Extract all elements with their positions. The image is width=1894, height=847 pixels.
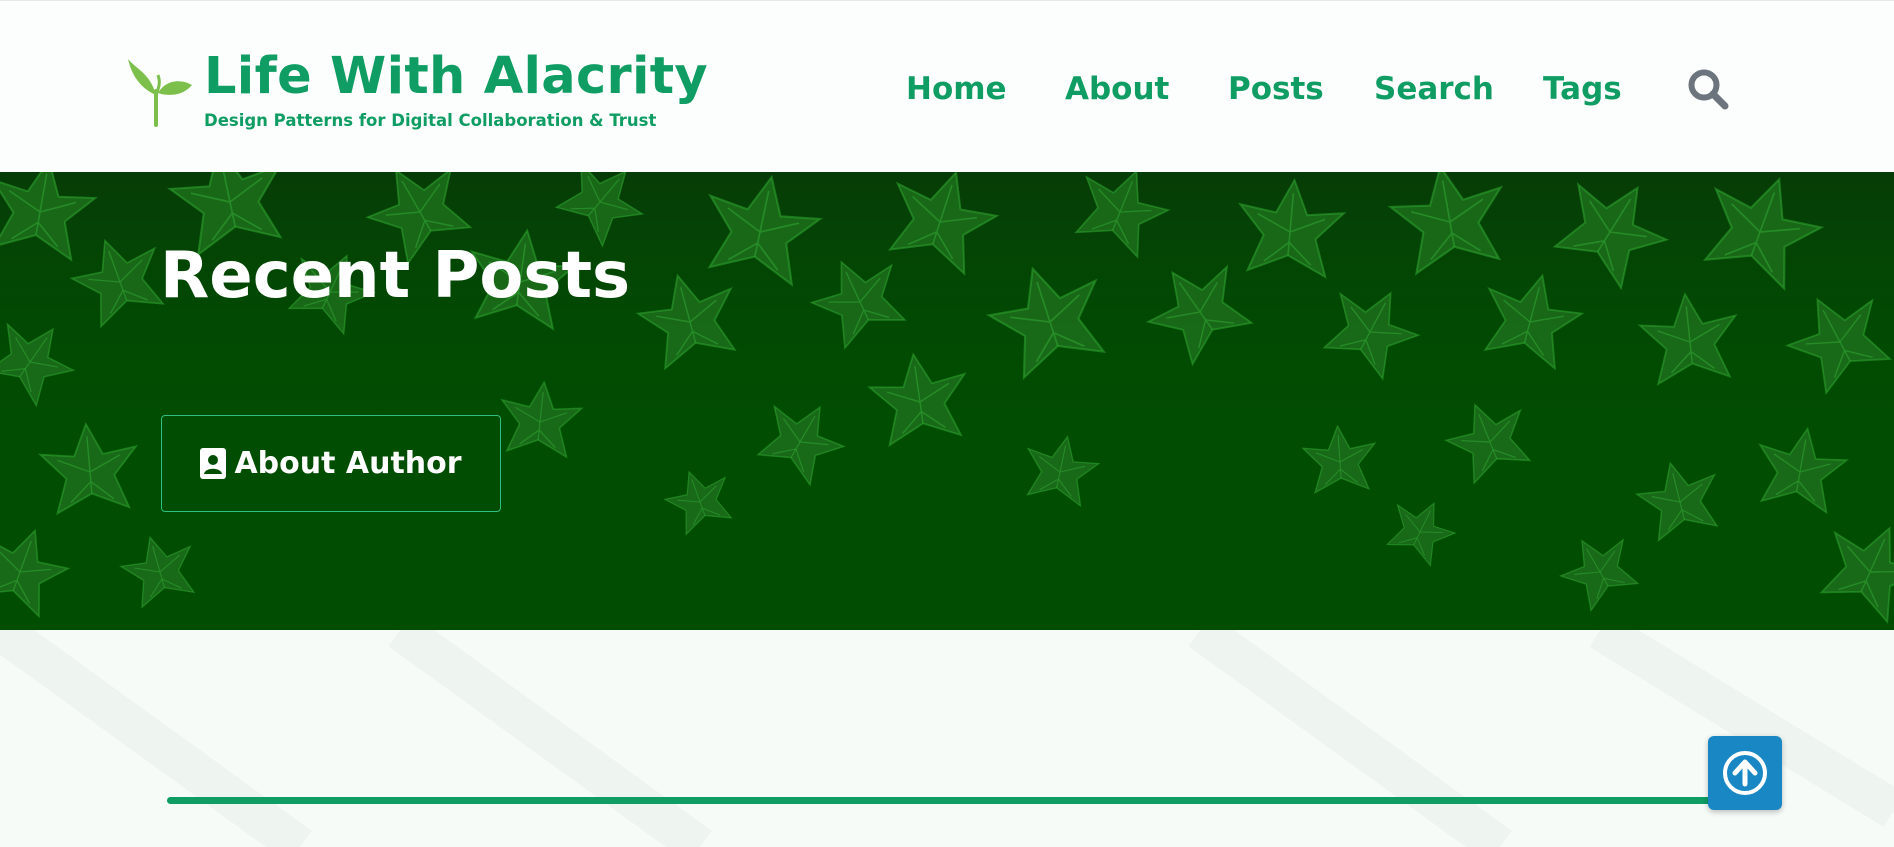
about-author-label: About Author bbox=[234, 445, 462, 481]
reading-progress-bar bbox=[167, 797, 1727, 804]
site-header: Life With Alacrity Design Patterns for D… bbox=[0, 0, 1894, 172]
nav-posts-link[interactable]: Posts bbox=[1228, 69, 1324, 109]
content-area bbox=[0, 630, 1894, 847]
reading-progress-fill bbox=[167, 797, 1727, 804]
nav-about-link[interactable]: About bbox=[1065, 69, 1169, 109]
main-nav: Home About Posts Search Tags bbox=[0, 63, 1894, 113]
back-to-top-button[interactable] bbox=[1708, 736, 1782, 810]
faint-background bbox=[0, 630, 1894, 847]
arrow-up-circle-icon bbox=[1723, 751, 1767, 795]
nav-home-link[interactable]: Home bbox=[906, 69, 1007, 109]
nav-search-link[interactable]: Search bbox=[1374, 69, 1494, 109]
search-button[interactable] bbox=[1686, 67, 1730, 111]
hero-banner: Recent Posts About Author bbox=[0, 172, 1894, 630]
page-title: Recent Posts bbox=[160, 239, 631, 313]
site-tagline: Design Patterns for Digital Collaboratio… bbox=[204, 111, 657, 130]
nav-tags-link[interactable]: Tags bbox=[1543, 69, 1622, 109]
search-icon bbox=[1688, 69, 1729, 110]
contact-card-icon bbox=[200, 448, 227, 479]
about-author-button[interactable]: About Author bbox=[161, 415, 501, 512]
